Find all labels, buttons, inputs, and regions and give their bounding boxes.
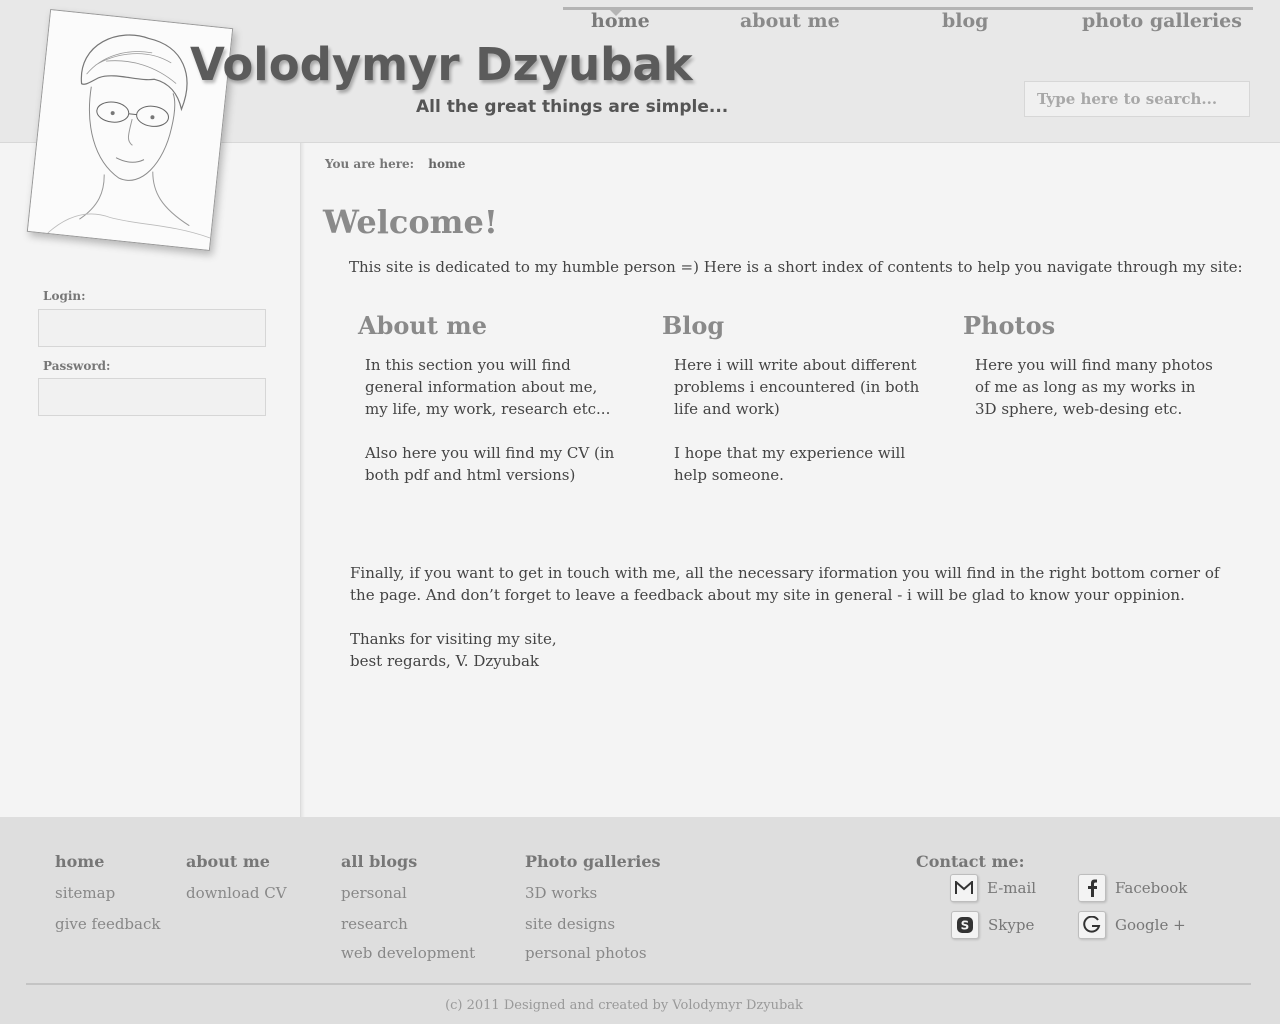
contact-skype-label: Skype bbox=[988, 916, 1035, 934]
footer-personal-link[interactable]: personal bbox=[341, 884, 407, 902]
footer-download-cv-link[interactable]: download CV bbox=[186, 884, 287, 902]
contact-google-plus-link[interactable]: Google + bbox=[1078, 911, 1186, 939]
section-title-blog: Blog bbox=[662, 311, 725, 340]
section-text-photos: Here you will find many photos of me as … bbox=[975, 354, 1220, 442]
footer-give-feedback-link[interactable]: give feedback bbox=[55, 915, 160, 933]
site-title: Volodymyr Dzyubak bbox=[190, 38, 693, 91]
contact-email-label: E-mail bbox=[987, 879, 1037, 897]
footer-site-designs-link[interactable]: site designs bbox=[525, 915, 615, 933]
copyright-text: (c) 2011 Designed and created by Volodym… bbox=[445, 998, 803, 1013]
sidebar-divider bbox=[300, 143, 305, 817]
footer-personal-photos-link[interactable]: personal photos bbox=[525, 944, 647, 962]
closing-thanks: Thanks for visiting my site, bbox=[350, 630, 557, 648]
password-label: Password: bbox=[43, 359, 111, 373]
footer-web-development-link[interactable]: web development bbox=[341, 944, 475, 962]
intro-text: This site is dedicated to my humble pers… bbox=[349, 258, 1243, 276]
contact-google-plus-label: Google + bbox=[1115, 916, 1186, 934]
section-paragraph: In this section you will find general in… bbox=[365, 356, 611, 418]
footer-3d-works-link[interactable]: 3D works bbox=[525, 884, 597, 902]
closing-text: Finally, if you want to get in touch wit… bbox=[350, 562, 1220, 672]
section-paragraph: Also here you will find my CV (in both p… bbox=[365, 444, 615, 484]
contact-facebook-label: Facebook bbox=[1115, 879, 1188, 897]
section-title-about: About me bbox=[358, 311, 487, 340]
contact-skype-link[interactable]: S Skype bbox=[951, 911, 1034, 939]
contact-heading: Contact me: bbox=[916, 852, 1025, 871]
skype-icon: S bbox=[951, 911, 979, 939]
footer: home sitemap give feedback about me down… bbox=[0, 817, 1280, 1024]
contact-facebook-link[interactable]: Facebook bbox=[1078, 874, 1187, 902]
section-text-blog: Here i will write about different proble… bbox=[674, 354, 924, 508]
gmail-icon bbox=[950, 874, 978, 902]
footer-research-link[interactable]: research bbox=[341, 915, 408, 933]
facebook-icon bbox=[1078, 874, 1106, 902]
footer-divider bbox=[26, 983, 1251, 985]
page-title: Welcome! bbox=[323, 203, 498, 241]
nav-photo-galleries[interactable]: photo galleries bbox=[1082, 10, 1242, 32]
nav-home[interactable]: home bbox=[591, 10, 650, 32]
section-paragraph: Here you will find many photos of me as … bbox=[975, 356, 1213, 418]
svg-text:S: S bbox=[961, 919, 970, 933]
footer-home-link[interactable]: home bbox=[55, 852, 104, 871]
footer-photo-galleries-link[interactable]: Photo galleries bbox=[525, 852, 661, 871]
closing-paragraph: Finally, if you want to get in touch wit… bbox=[350, 564, 1220, 604]
login-label: Login: bbox=[43, 289, 86, 303]
footer-sitemap-link[interactable]: sitemap bbox=[55, 884, 115, 902]
footer-all-blogs-link[interactable]: all blogs bbox=[341, 852, 417, 871]
search-input[interactable] bbox=[1024, 81, 1250, 117]
google-plus-icon bbox=[1078, 911, 1106, 939]
nav-about-me[interactable]: about me bbox=[740, 10, 840, 32]
section-title-photos: Photos bbox=[963, 311, 1056, 340]
section-text-about: In this section you will find general in… bbox=[365, 354, 615, 508]
password-field[interactable] bbox=[38, 378, 266, 416]
site-tagline: All the great things are simple... bbox=[416, 97, 729, 117]
closing-signature: best regards, V. Dzyubak bbox=[350, 652, 540, 670]
login-field[interactable] bbox=[38, 309, 266, 347]
breadcrumb-home-link[interactable]: home bbox=[428, 157, 465, 171]
footer-about-me-link[interactable]: about me bbox=[186, 852, 270, 871]
section-paragraph: Here i will write about different proble… bbox=[674, 356, 920, 418]
nav-blog[interactable]: blog bbox=[942, 10, 988, 32]
breadcrumb-prefix: You are here: bbox=[325, 157, 415, 171]
section-paragraph: I hope that my experience will help some… bbox=[674, 444, 906, 484]
breadcrumb: You are here: home bbox=[325, 157, 465, 171]
contact-email-link[interactable]: E-mail bbox=[950, 874, 1036, 902]
